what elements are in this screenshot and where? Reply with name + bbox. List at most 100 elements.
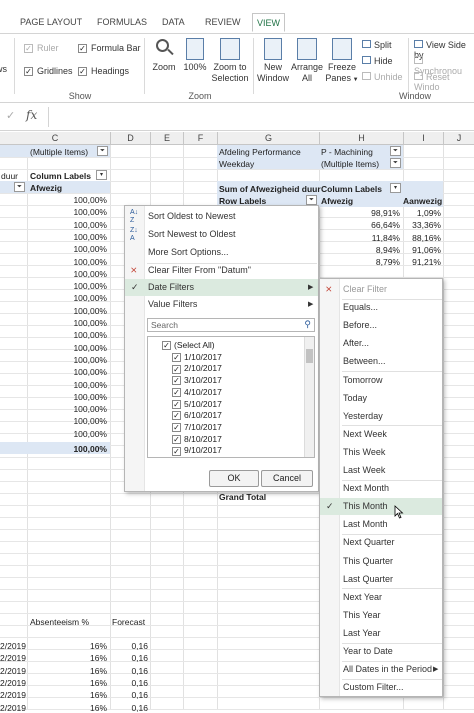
ok-button[interactable]: OK <box>209 470 259 487</box>
sort-oldest-to-newest[interactable]: A↓ Z Sort Oldest to Newest <box>125 208 318 225</box>
date-filter-option[interactable]: Clear Filter ⨯ <box>320 281 442 298</box>
date-filter-option[interactable]: Today <box>320 390 442 407</box>
magnifier-icon <box>154 38 174 60</box>
ruler-checkbox[interactable]: ✓ <box>24 44 33 53</box>
checkbox-icon[interactable]: ✓ <box>172 364 181 374</box>
column-header-g[interactable]: G <box>217 132 319 145</box>
filter-list-item[interactable]: ✓10/10/2017 <box>172 457 227 458</box>
date-filter-option[interactable]: Last Quarter <box>320 571 442 588</box>
filter-list-item[interactable]: ✓ 2/10/2017 <box>172 363 222 374</box>
checkbox-icon[interactable]: ✓ <box>172 376 181 386</box>
date-filter-option[interactable]: Next Quarter <box>320 534 442 551</box>
filter-list-item-label: 1/10/2017 <box>184 351 222 362</box>
filter-values-list[interactable]: ✓ (Select All) ✓ 1/10/2017 ✓ 2/10/2017 ✓ 3/10/2… <box>147 336 315 458</box>
lower-table-cell: 0,16 <box>131 653 148 664</box>
date-filter-option[interactable]: After... <box>320 335 442 352</box>
filter-list-item[interactable]: ✓ 5/10/2017 <box>172 399 222 409</box>
split-button[interactable]: Split <box>362 40 392 50</box>
right-row-labels-filter-icon[interactable]: ⏷ <box>306 195 317 205</box>
date-filter-option[interactable]: Between... <box>320 353 442 370</box>
zoom-to-selection-button[interactable]: Zoom to Selection <box>210 38 250 84</box>
freeze-panes-button[interactable]: Freeze Panes ▼ <box>324 38 360 86</box>
date-filter-option[interactable]: Next Week <box>320 426 442 443</box>
reset-window-button[interactable]: Reset Windo <box>414 72 474 92</box>
date-filter-option[interactable]: Last Week <box>320 462 442 479</box>
checkbox-icon[interactable]: ✓ <box>172 411 181 421</box>
cancel-button[interactable]: Cancel <box>261 470 313 487</box>
value-filters-menu-item[interactable]: Value Filters ▶ <box>125 296 318 313</box>
right-filter2-dropdown-icon[interactable]: ⏷ <box>390 158 401 168</box>
column-header-j[interactable]: J <box>443 132 474 145</box>
date-filter-option[interactable]: This Year <box>320 607 442 624</box>
gridlines-checkbox[interactable]: ✓ <box>24 67 33 76</box>
filter-list-item[interactable]: ✓ 8/10/2017 <box>172 434 222 444</box>
filter-list-item[interactable]: ✓ 3/10/2017 <box>172 375 222 386</box>
column-header-d[interactable]: D <box>110 132 150 145</box>
tab-view[interactable]: VIEW <box>252 13 286 32</box>
left-sub-header: Afwezig <box>30 183 63 193</box>
column-header-i[interactable]: I <box>403 132 443 145</box>
date-filter-option[interactable]: Custom Filter... <box>320 679 442 696</box>
date-filter-option[interactable]: Last Year <box>320 625 442 642</box>
arrange-all-button[interactable]: Arrange All <box>290 38 324 84</box>
clear-filter-from-datum[interactable]: ⨯ Clear Filter From "Datum" <box>125 262 318 279</box>
sort-newest-to-oldest[interactable]: Z↓ A Sort Newest to Oldest <box>125 226 318 243</box>
tab-data[interactable]: DATA <box>162 17 185 27</box>
date-filter-option[interactable]: Equals... <box>320 299 442 316</box>
checkbox-icon[interactable]: ✓ <box>172 423 181 433</box>
headings-checkbox[interactable]: ✓ <box>78 67 87 76</box>
date-filter-option[interactable]: Before... <box>320 317 442 334</box>
filter-list-item[interactable]: ✓ 9/10/2017 <box>172 445 222 456</box>
date-filter-option[interactable]: Next Month <box>320 480 442 497</box>
checkbox-icon[interactable]: ✓ <box>172 388 181 398</box>
filter-list-item[interactable]: ✓ 1/10/2017 <box>172 352 222 362</box>
date-filters-menu-item[interactable]: ✓ Date Filters ▶ <box>125 279 318 296</box>
more-sort-options[interactable]: More Sort Options... <box>125 244 318 261</box>
filter-list-item[interactable]: ✓ (Select All) <box>162 340 215 351</box>
right-filter1-dropdown-icon[interactable]: ⏷ <box>390 146 401 156</box>
column-header-c[interactable]: C <box>0 132 110 145</box>
new-window-button[interactable]: New Window <box>256 38 290 84</box>
views-partial-button[interactable]: ows <box>0 40 12 75</box>
formula-bar-checkbox[interactable]: ✓ <box>78 44 87 53</box>
list-scrollbar[interactable] <box>304 337 314 457</box>
tab-formulas[interactable]: FORMULAS <box>97 17 147 27</box>
left-pivot-value: 100,00% <box>73 305 107 316</box>
checkbox-icon[interactable]: ✓ <box>172 434 181 444</box>
formula-input[interactable] <box>48 107 474 127</box>
date-filter-option[interactable]: All Dates in the Period ▶ <box>320 661 442 678</box>
checkbox-icon[interactable]: ✓ <box>172 352 181 362</box>
column-header-e[interactable]: E <box>150 132 183 145</box>
checkbox-icon[interactable]: ✓ <box>162 341 171 351</box>
filter-list-item[interactable]: ✓ 4/10/2017 <box>172 387 222 398</box>
column-header-h[interactable]: H <box>319 132 403 145</box>
hide-button[interactable]: Hide <box>362 56 393 66</box>
date-filter-option[interactable]: Yesterday <box>320 408 442 425</box>
date-filter-option[interactable]: This Month ✓ <box>320 498 442 516</box>
date-filter-option[interactable]: Year to Date <box>320 643 442 660</box>
date-filter-option[interactable]: This Quarter <box>320 553 442 570</box>
enter-icon[interactable]: ✓ <box>6 109 15 122</box>
list-scrollbar-thumb[interactable] <box>306 349 313 363</box>
right-column-labels-dropdown-icon[interactable]: ▾ <box>390 183 401 193</box>
freeze-panes-label-2: Panes <box>325 73 351 83</box>
filter-list-item[interactable]: ✓ 6/10/2017 <box>172 410 222 421</box>
column-header-f[interactable]: F <box>183 132 217 145</box>
zoom-button[interactable]: Zoom <box>150 38 178 73</box>
tab-review[interactable]: REVIEW <box>205 17 241 27</box>
date-filter-option[interactable]: Last Month <box>320 516 442 533</box>
tab-page-layout[interactable]: PAGE LAYOUT <box>20 17 82 27</box>
checkbox-icon[interactable]: ✓ <box>172 399 181 409</box>
date-filter-option[interactable]: Tomorrow <box>320 372 442 389</box>
filter-search-input[interactable]: Search ⚲ <box>147 318 315 332</box>
datum-filter-button-icon[interactable]: ⏷ <box>14 182 25 192</box>
left-column-labels-dropdown-icon[interactable]: ▾ <box>96 170 107 180</box>
zoom-100-button[interactable]: 100% <box>181 38 209 73</box>
left-filter-dropdown-icon[interactable]: ⏷ <box>97 146 108 156</box>
unhide-button[interactable]: Unhide <box>362 72 403 82</box>
filter-list-item[interactable]: ✓ 7/10/2017 <box>172 422 222 433</box>
checkbox-icon[interactable]: ✓ <box>172 446 181 456</box>
date-filter-option[interactable]: Next Year <box>320 589 442 606</box>
fx-icon[interactable]: fx <box>26 108 37 122</box>
date-filter-option[interactable]: This Week <box>320 444 442 461</box>
